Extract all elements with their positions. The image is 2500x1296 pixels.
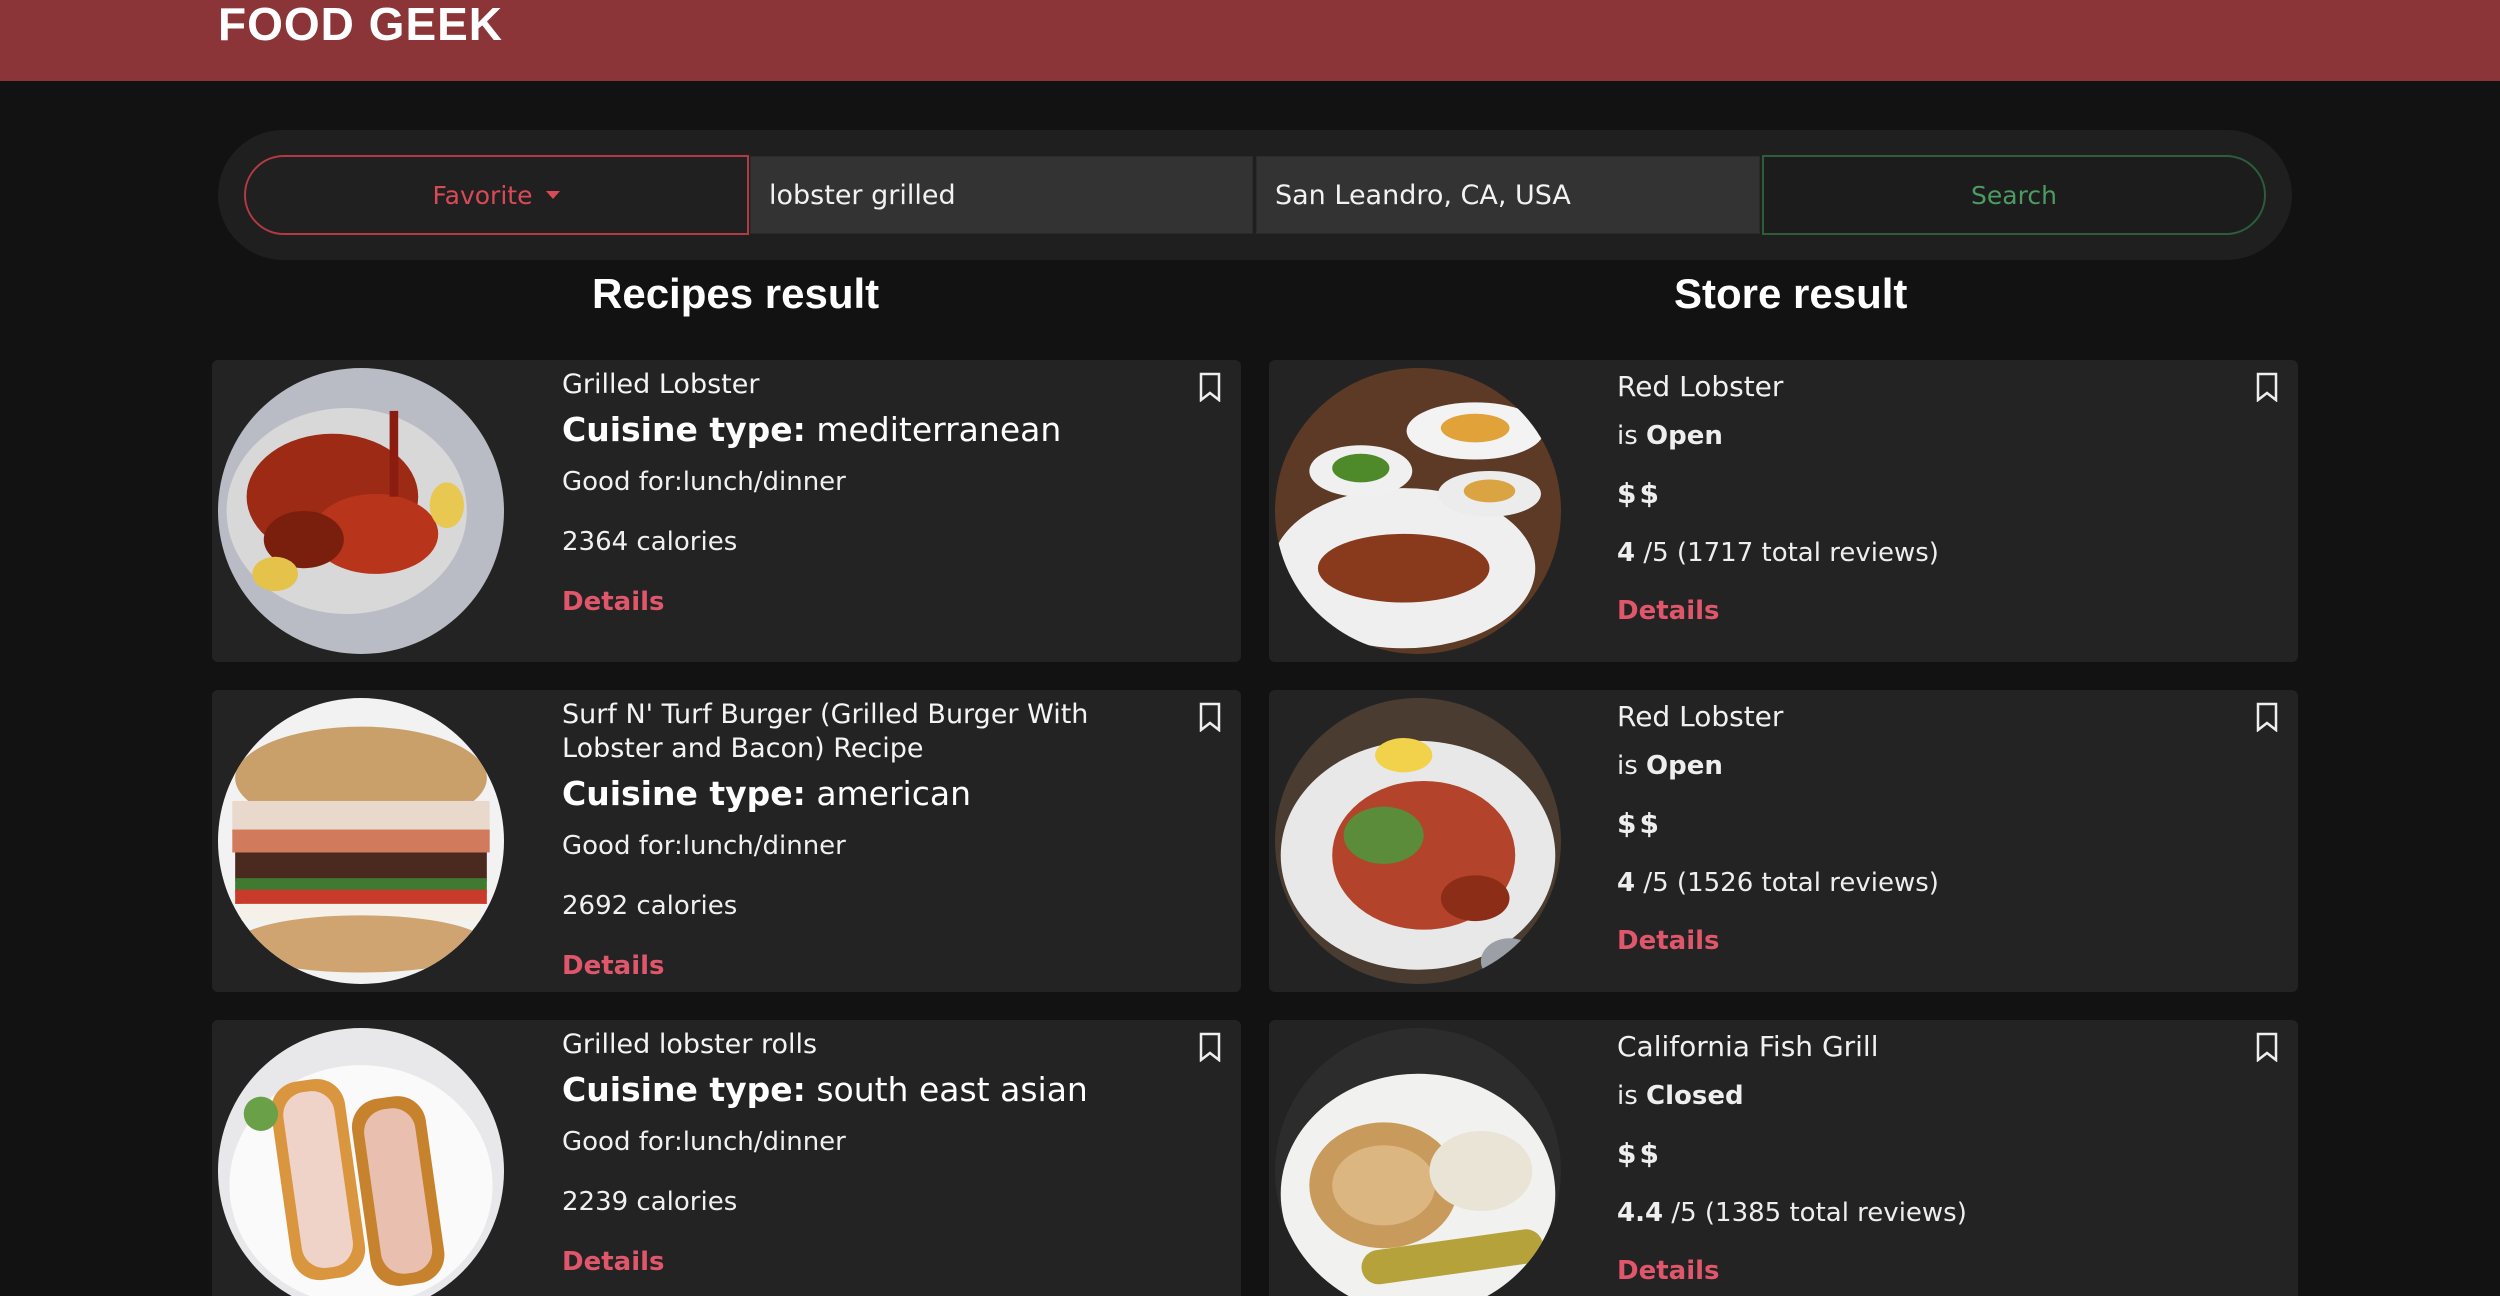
cuisine-type: Cuisine type: american — [562, 774, 1182, 813]
details-link[interactable]: Details — [1617, 926, 2237, 956]
cuisine-label: Cuisine type: — [562, 774, 806, 813]
good-for: Good for:lunch/dinner — [562, 467, 846, 497]
store-image-california-fish-grill[interactable] — [1275, 1028, 1561, 1296]
store-status: is Closed — [1617, 1081, 2237, 1111]
recipe-title: Surf N' Turf Burger (Grilled Burger With… — [562, 699, 1089, 764]
status-prefix: is — [1617, 1081, 1647, 1111]
good-for: Good for:lunch/dinner — [562, 1127, 846, 1157]
bookmark-icon[interactable] — [1199, 702, 1221, 732]
rating-value: 4 — [1617, 868, 1636, 898]
store-rating: 4.4 /5 (1385 total reviews) — [1617, 1198, 2237, 1228]
store-status: is Open — [1617, 751, 2237, 781]
calories: 2692 calories — [562, 891, 738, 921]
top-navbar: FOOD GEEK — [0, 0, 2500, 81]
store-name: Red Lobster — [1617, 700, 1784, 733]
favorite-dropdown-button[interactable]: Favorite — [244, 155, 749, 235]
status-prefix: is — [1617, 421, 1647, 451]
store-image-red-lobster[interactable] — [1275, 368, 1561, 654]
store-card: California Fish Grill is Closed $$ 4.4 /… — [1269, 1020, 2298, 1296]
store-name: Red Lobster — [1617, 370, 1784, 403]
cuisine-value: american — [805, 774, 972, 813]
rating-detail: /5 (1717 total reviews) — [1635, 538, 1939, 568]
store-info: Red Lobster is Open $$ 4 /5 (1526 total … — [1617, 700, 2237, 956]
store-card: Red Lobster is Open $$ 4 /5 (1526 total … — [1269, 690, 2298, 992]
caret-down-icon — [546, 191, 561, 199]
store-image-red-lobster[interactable] — [1275, 698, 1561, 984]
cuisine-label: Cuisine type: — [562, 1070, 806, 1109]
rating-value: 4.4 — [1617, 1198, 1664, 1228]
rating-value: 4 — [1617, 538, 1636, 568]
details-link[interactable]: Details — [562, 587, 1182, 617]
recipe-title: Grilled lobster rolls — [562, 1029, 818, 1060]
store-rating: 4 /5 (1717 total reviews) — [1617, 538, 2237, 568]
details-link[interactable]: Details — [562, 951, 1182, 981]
price-level: $$ — [1617, 477, 1662, 510]
cuisine-type: Cuisine type: south east asian — [562, 1070, 1182, 1109]
calories: 2364 calories — [562, 527, 738, 557]
bookmark-icon[interactable] — [2256, 372, 2278, 402]
search-button[interactable]: Search — [1762, 155, 2266, 235]
details-link[interactable]: Details — [1617, 1256, 2237, 1286]
location-input[interactable]: San Leandro, CA, USA — [1256, 156, 1760, 234]
good-for: Good for:lunch/dinner — [562, 831, 846, 861]
stores-heading: Store result — [1674, 270, 1908, 317]
recipes-heading: Recipes result — [592, 270, 880, 317]
recipe-card: Surf N' Turf Burger (Grilled Burger With… — [212, 690, 1241, 992]
store-card: Red Lobster is Open $$ 4 /5 (1717 total … — [1269, 360, 2298, 662]
recipe-image-lobster-rolls[interactable] — [218, 1028, 504, 1296]
details-link[interactable]: Details — [1617, 596, 2237, 626]
bookmark-icon[interactable] — [2256, 702, 2278, 732]
status-value: Closed — [1646, 1081, 1744, 1111]
recipe-search-input[interactable]: lobster grilled — [750, 156, 1253, 234]
cuisine-value: south east asian — [805, 1070, 1088, 1109]
rating-detail: /5 (1385 total reviews) — [1663, 1198, 1967, 1228]
cuisine-type: Cuisine type: mediterranean — [562, 410, 1182, 449]
bookmark-icon[interactable] — [1199, 1032, 1221, 1062]
recipe-info: Grilled lobster rolls Cuisine type: sout… — [562, 1028, 1182, 1277]
status-value: Open — [1646, 751, 1723, 781]
store-info: California Fish Grill is Closed $$ 4.4 /… — [1617, 1030, 2237, 1286]
price-level: $$ — [1617, 1137, 1662, 1170]
recipe-card: Grilled lobster rolls Cuisine type: sout… — [212, 1020, 1241, 1296]
store-info: Red Lobster is Open $$ 4 /5 (1717 total … — [1617, 370, 2237, 626]
favorite-label: Favorite — [432, 180, 533, 210]
recipe-image-grilled-lobster[interactable] — [218, 368, 504, 654]
calories: 2239 calories — [562, 1187, 738, 1217]
bookmark-icon[interactable] — [1199, 372, 1221, 402]
store-name: California Fish Grill — [1617, 1030, 1879, 1063]
app-title[interactable]: FOOD GEEK — [218, 0, 503, 48]
price-level: $$ — [1617, 807, 1662, 840]
store-rating: 4 /5 (1526 total reviews) — [1617, 868, 2237, 898]
cuisine-label: Cuisine type: — [562, 410, 806, 449]
rating-detail: /5 (1526 total reviews) — [1635, 868, 1939, 898]
recipe-info: Grilled Lobster Cuisine type: mediterran… — [562, 368, 1182, 617]
details-link[interactable]: Details — [562, 1247, 1182, 1277]
recipe-title: Grilled Lobster — [562, 369, 760, 400]
recipe-info: Surf N' Turf Burger (Grilled Burger With… — [562, 698, 1182, 981]
status-value: Open — [1646, 421, 1723, 451]
recipe-card: Grilled Lobster Cuisine type: mediterran… — [212, 360, 1241, 662]
recipe-image-surf-turf-burger[interactable] — [218, 698, 504, 984]
cuisine-value: mediterranean — [805, 410, 1062, 449]
bookmark-icon[interactable] — [2256, 1032, 2278, 1062]
store-status: is Open — [1617, 421, 2237, 451]
status-prefix: is — [1617, 751, 1647, 781]
